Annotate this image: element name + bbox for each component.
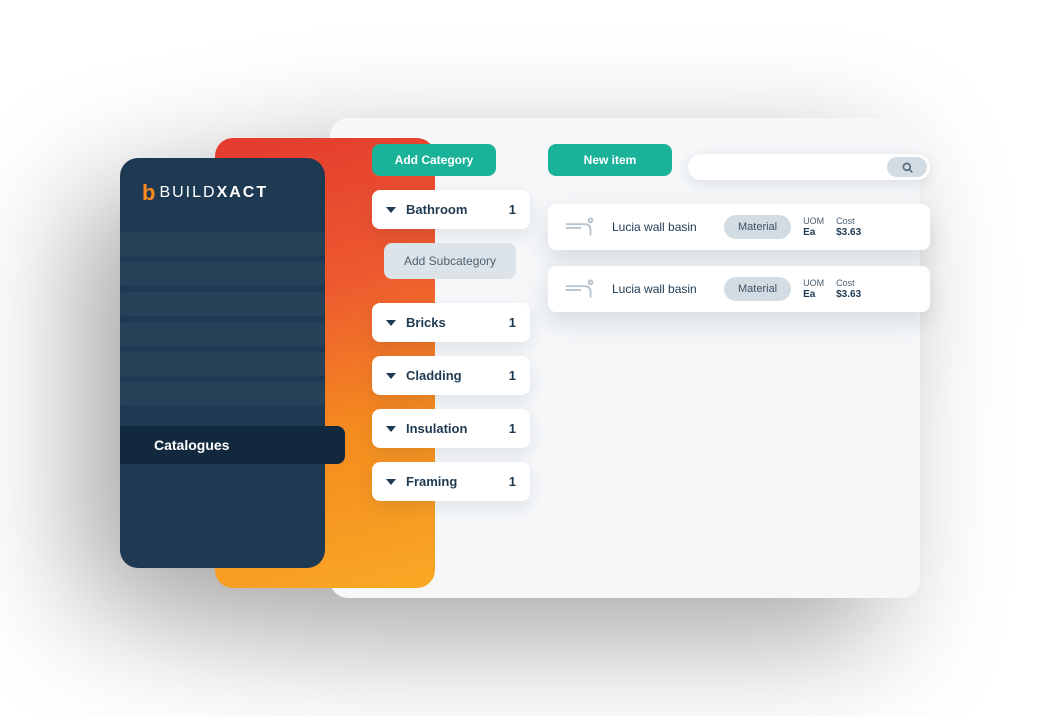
- app-window: b BUILDXACT Catalogues Add Category: [120, 118, 920, 598]
- search-icon: [902, 162, 913, 173]
- category-name: Bricks: [406, 315, 446, 330]
- category-name: Insulation: [406, 421, 467, 436]
- category-name: Bathroom: [406, 202, 467, 217]
- chevron-down-icon: [386, 373, 396, 379]
- logo-icon: b: [142, 182, 155, 204]
- search-button[interactable]: [887, 157, 927, 177]
- item-type-badge: Material: [724, 277, 791, 301]
- sidebar-item-label: Catalogues: [154, 437, 229, 453]
- logo-text: BUILDXACT: [159, 184, 268, 202]
- sidebar: b BUILDXACT Catalogues: [120, 158, 325, 568]
- category-count: 1: [509, 202, 516, 217]
- logo: b BUILDXACT: [120, 158, 325, 222]
- new-item-button[interactable]: New item: [548, 144, 672, 176]
- item-row[interactable]: Lucia wall basin Material UOM Ea Cost $3…: [548, 266, 930, 312]
- nav-placeholder[interactable]: [120, 262, 325, 286]
- item-name: Lucia wall basin: [612, 282, 712, 296]
- sidebar-item-catalogues[interactable]: Catalogues: [120, 426, 345, 464]
- category-count: 1: [509, 315, 516, 330]
- category-count: 1: [509, 474, 516, 489]
- category-row-insulation[interactable]: Insulation 1: [372, 409, 530, 448]
- category-row-cladding[interactable]: Cladding 1: [372, 356, 530, 395]
- nav-placeholder[interactable]: [120, 292, 325, 316]
- categories-column: Add Category Bathroom 1 Add Subcategory …: [372, 144, 530, 578]
- add-category-button[interactable]: Add Category: [372, 144, 496, 176]
- nav-placeholder[interactable]: [120, 232, 325, 256]
- item-cost: Cost $3.63: [836, 216, 861, 238]
- item-name: Lucia wall basin: [612, 220, 712, 234]
- category-count: 1: [509, 421, 516, 436]
- category-name: Cladding: [406, 368, 462, 383]
- category-name: Framing: [406, 474, 457, 489]
- item-row[interactable]: Lucia wall basin Material UOM Ea Cost $3…: [548, 204, 930, 250]
- nav-placeholder[interactable]: [120, 352, 325, 376]
- faucet-icon: [562, 276, 600, 302]
- nav-placeholder[interactable]: [120, 322, 325, 346]
- category-row-framing[interactable]: Framing 1: [372, 462, 530, 501]
- item-cost: Cost $3.63: [836, 278, 861, 300]
- faucet-icon: [562, 214, 600, 240]
- item-uom: UOM Ea: [803, 216, 824, 238]
- item-uom: UOM Ea: [803, 278, 824, 300]
- chevron-down-icon: [386, 479, 396, 485]
- category-row-bricks[interactable]: Bricks 1: [372, 303, 530, 342]
- category-row-bathroom[interactable]: Bathroom 1: [372, 190, 530, 229]
- item-type-badge: Material: [724, 215, 791, 239]
- chevron-down-icon: [386, 426, 396, 432]
- items-column: New item Lucia wall basin Material UOM E…: [548, 144, 930, 578]
- nav-items: Catalogues: [120, 222, 325, 464]
- chevron-down-icon: [386, 207, 396, 213]
- category-count: 1: [509, 368, 516, 383]
- search-input[interactable]: [688, 154, 930, 180]
- nav-placeholder[interactable]: [120, 382, 325, 406]
- chevron-down-icon: [386, 320, 396, 326]
- content-area: Add Category Bathroom 1 Add Subcategory …: [372, 144, 930, 578]
- add-subcategory-button[interactable]: Add Subcategory: [384, 243, 516, 279]
